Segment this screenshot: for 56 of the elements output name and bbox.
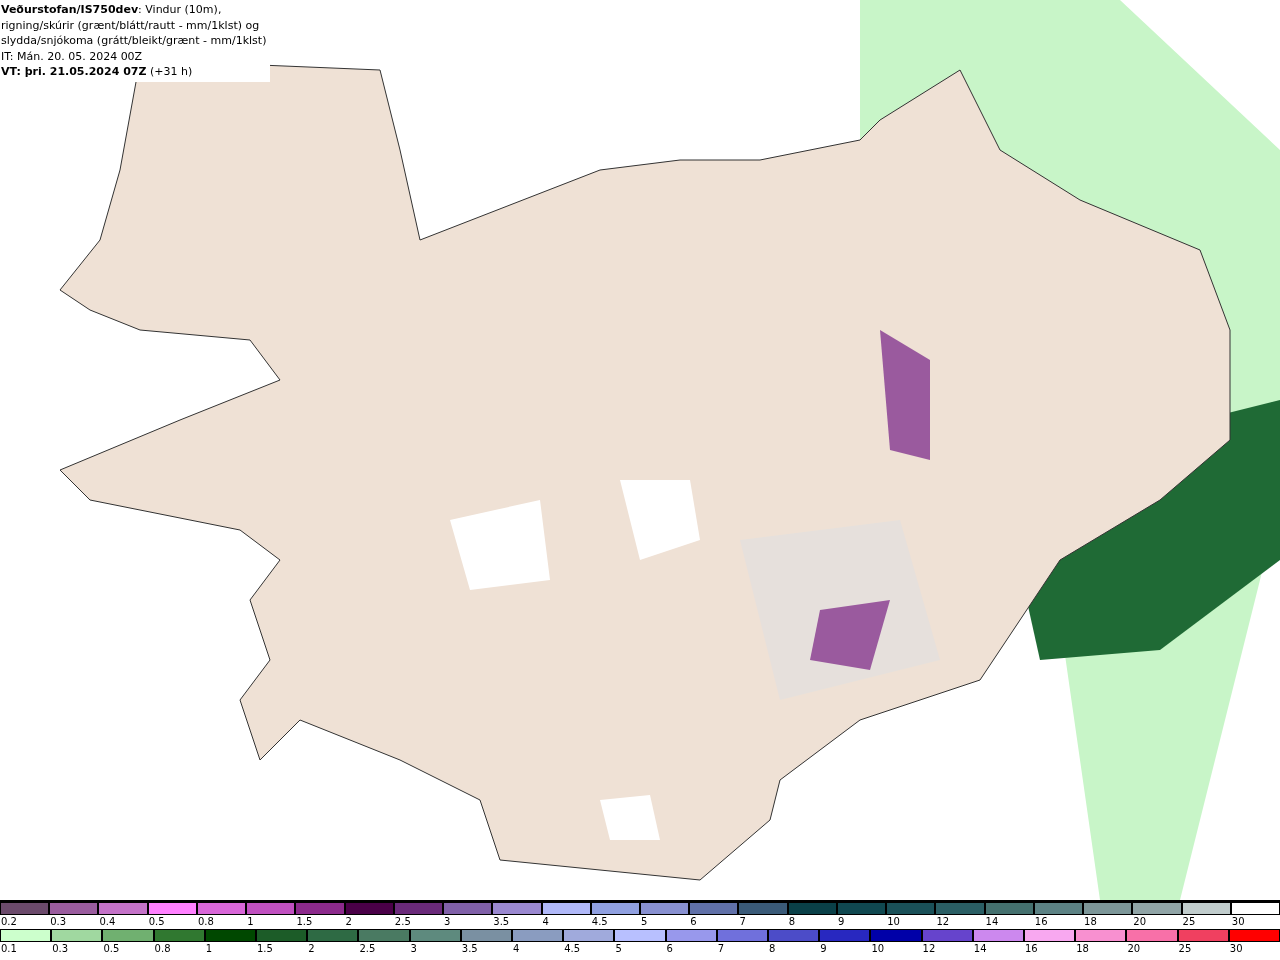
legend-label: 7 — [738, 915, 747, 929]
legend-label: 9 — [836, 915, 846, 929]
legend-label: 4.5 — [590, 915, 609, 929]
legend-label: 8 — [768, 942, 777, 956]
legend-label: 3 — [443, 915, 452, 929]
info-text: slydda/snjókoma (grátt/bleikt/grænt - mm/1klst) — [1, 33, 267, 49]
legend-label: 2.5 — [358, 942, 377, 956]
legend-label: 2.5 — [393, 915, 412, 929]
legend-label: 6 — [689, 915, 698, 929]
legend-label: 14 — [972, 942, 988, 956]
info-text: IT: Mán. 20. 05. 2024 00Z — [1, 48, 144, 64]
legend-label: 0.5 — [147, 915, 166, 929]
legend-label: 14 — [984, 915, 1000, 929]
legend-label: 30 — [1230, 915, 1246, 929]
legend-label: 5 — [614, 942, 623, 956]
legend-label: 3.5 — [492, 915, 511, 929]
legend-label: 1 — [204, 942, 214, 956]
legend-label: 7 — [716, 942, 726, 956]
legend-label: 25 — [1177, 942, 1193, 956]
legend-label: 1.5 — [295, 915, 314, 929]
info-text: Veðurstofan/IS750dev: Vindur (10m), — [1, 2, 223, 18]
legend-label: 0.1 — [0, 942, 18, 956]
legend-label: 0.8 — [153, 942, 172, 956]
legend-label: 10 — [870, 942, 886, 956]
legend-label: 4.5 — [563, 942, 582, 956]
legend-label: 18 — [1083, 915, 1098, 929]
legend-label: 16 — [1033, 915, 1049, 929]
legend-label: 12 — [921, 942, 937, 956]
legend-label: 0.5 — [102, 942, 121, 956]
legend-label: 25 — [1181, 915, 1197, 929]
legend-label: 3 — [409, 942, 418, 956]
legend-label: 4 — [512, 942, 521, 956]
info-text: VT: þri. 21.05.2024 07Z (+31 h) — [1, 64, 194, 80]
legend-label: 2 — [307, 942, 316, 956]
legend-label: 4 — [541, 915, 550, 929]
legend-label: 10 — [886, 915, 901, 929]
legend-label: 16 — [1024, 942, 1039, 956]
legend-label: 0.8 — [196, 915, 215, 929]
legend-label: 12 — [935, 915, 951, 929]
legend-label: 1.5 — [256, 942, 274, 956]
info-text: rigning/skúrir (grænt/blátt/rautt - mm/1klst) og — [1, 17, 261, 33]
legend-label: 0.3 — [51, 942, 70, 956]
legend-label: 0.4 — [98, 915, 117, 929]
legend-label: 3.5 — [460, 942, 479, 956]
legend-label: 9 — [819, 942, 828, 956]
legend-label: 18 — [1075, 942, 1090, 956]
legend-label: 0.3 — [49, 915, 68, 929]
legend-label: 5 — [640, 915, 649, 929]
legend-label: 20 — [1132, 915, 1148, 929]
legend-label: 2 — [344, 915, 353, 929]
legend-label: 0.2 — [0, 915, 18, 929]
legend-label: 1 — [246, 915, 255, 929]
legend-label: 8 — [787, 915, 797, 929]
legend-label: 6 — [665, 942, 674, 956]
legend-label: 30 — [1228, 942, 1244, 956]
legend-label: 20 — [1126, 942, 1142, 956]
